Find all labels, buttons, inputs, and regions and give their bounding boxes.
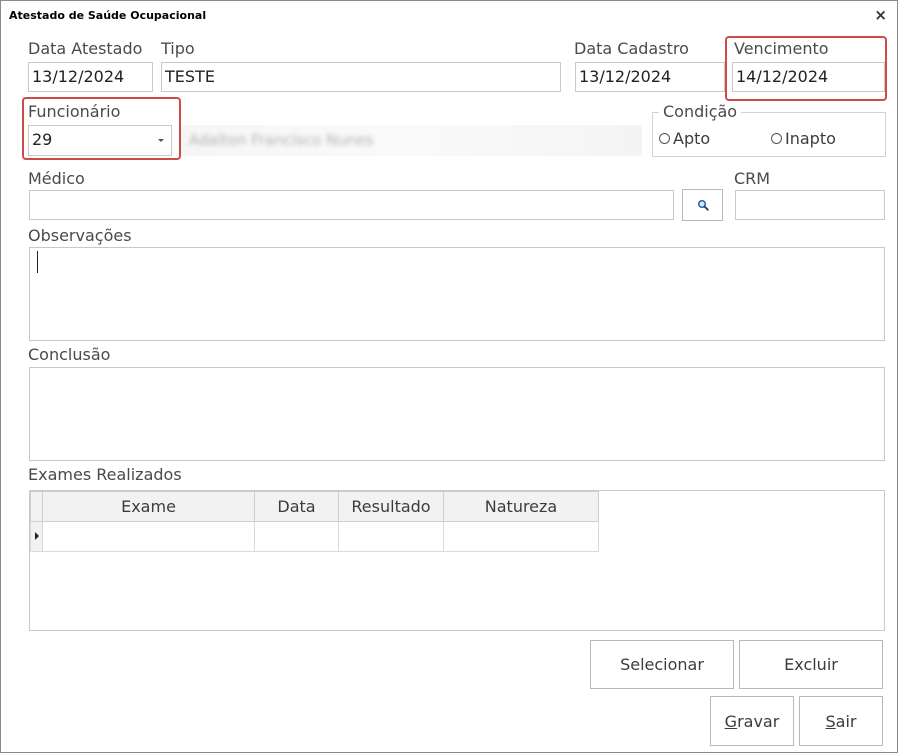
funcionario-code: 29 (32, 130, 53, 149)
col-header-exame[interactable]: Exame (42, 491, 255, 522)
title-bar: Atestado de Saúde Ocupacional × (1, 1, 897, 31)
exames-table: Exame Data Resultado Natureza (30, 491, 599, 552)
gravar-button[interactable]: Gravar (710, 696, 794, 746)
table-cell-exame[interactable] (42, 521, 255, 552)
data-atestado-field[interactable]: 13/12/2024 (28, 62, 153, 92)
radio-apto[interactable]: Apto (659, 129, 710, 148)
funcionario-combo[interactable]: 29 (28, 125, 172, 156)
radio-circle-icon (659, 133, 670, 144)
funcionario-name-field: Adalton Francisco Nunes (181, 125, 642, 156)
observacoes-textarea[interactable] (29, 247, 885, 341)
observacoes-label: Observações (28, 226, 132, 245)
sair-mnemonic: S (825, 711, 836, 731)
funcionario-name: Adalton Francisco Nunes (189, 131, 374, 149)
excluir-button[interactable]: Excluir (739, 640, 883, 689)
chevron-down-icon[interactable] (158, 139, 164, 142)
condicao-label: Condição (659, 102, 742, 122)
table-cell-resultado[interactable] (338, 521, 444, 552)
window-title: Atestado de Saúde Ocupacional (9, 9, 207, 22)
col-header-data[interactable]: Data (254, 491, 339, 522)
medico-field[interactable] (29, 190, 674, 220)
table-cell-data[interactable] (254, 521, 339, 552)
row-header-corner (30, 491, 43, 522)
radio-circle-icon (771, 133, 782, 144)
row-arrow-icon (35, 532, 39, 540)
gravar-mnemonic: G (724, 711, 738, 731)
table-cell-natureza[interactable] (443, 521, 599, 552)
table-row[interactable] (30, 521, 599, 552)
vencimento-label: Vencimento (734, 39, 829, 58)
funcionario-label: Funcionário (28, 102, 121, 121)
close-icon[interactable]: × (874, 6, 887, 24)
selecionar-button[interactable]: Selecionar (590, 640, 734, 689)
data-atestado-label: Data Atestado (28, 39, 143, 58)
radio-inapto[interactable]: Inapto (771, 129, 836, 148)
crm-field[interactable] (735, 190, 885, 220)
medico-label: Médico (28, 169, 85, 188)
search-medico-button[interactable] (682, 189, 723, 221)
sair-label: air (835, 711, 857, 731)
data-cadastro-label: Data Cadastro (574, 39, 689, 58)
tipo-label: Tipo (161, 39, 195, 58)
conclusao-textarea[interactable] (29, 367, 885, 461)
conclusao-label: Conclusão (28, 345, 111, 364)
crm-label: CRM (734, 169, 771, 188)
col-header-resultado[interactable]: Resultado (338, 491, 444, 522)
vencimento-field[interactable]: 14/12/2024 (732, 62, 885, 92)
data-cadastro-field[interactable]: 13/12/2024 (575, 62, 725, 92)
sair-button[interactable]: Sair (799, 696, 883, 746)
radio-apto-label: Apto (673, 129, 711, 148)
radio-inapto-label: Inapto (785, 129, 836, 148)
text-caret (37, 251, 38, 273)
exames-grid[interactable]: Exame Data Resultado Natureza (29, 490, 885, 631)
row-indicator[interactable] (30, 521, 43, 552)
gravar-label: ravar (737, 711, 780, 731)
table-header-row: Exame Data Resultado Natureza (30, 491, 599, 522)
exames-label: Exames Realizados (28, 465, 182, 484)
col-header-natureza[interactable]: Natureza (443, 491, 599, 522)
magnifier-icon (697, 200, 709, 211)
tipo-field[interactable]: TESTE (161, 62, 561, 92)
dialog-window: Atestado de Saúde Ocupacional × Data Ate… (0, 0, 898, 753)
